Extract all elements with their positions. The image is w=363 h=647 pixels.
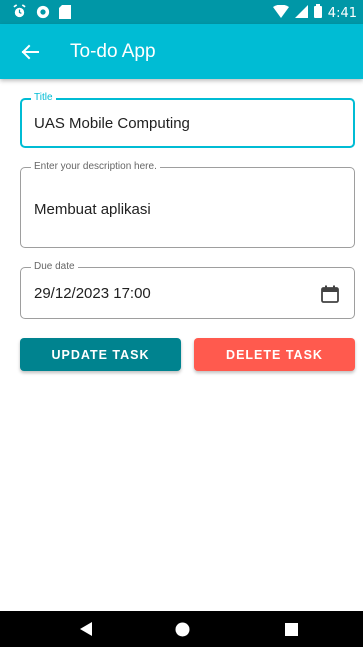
description-field-value: Membuat aplikasi [34, 201, 151, 218]
signal-icon [294, 4, 308, 23]
due-date-field-label: Due date [31, 260, 78, 274]
delete-task-button[interactable]: DELETE TASK [194, 338, 355, 371]
calendar-icon[interactable] [320, 284, 340, 304]
arrow-left-icon[interactable] [18, 40, 42, 64]
back-triangle-icon[interactable] [64, 611, 108, 647]
navigation-bar [0, 611, 363, 647]
recents-square-icon[interactable] [269, 611, 313, 647]
status-bar-left [12, 4, 71, 24]
app-title: To-do App [70, 41, 156, 62]
update-task-button[interactable]: UPDATE TASK [20, 338, 181, 371]
due-date-field[interactable]: Due date 29/12/2023 17:00 [20, 260, 355, 319]
sd-card-icon [59, 4, 71, 24]
description-field-label: Enter your description here. [31, 160, 160, 174]
sync-icon [36, 5, 50, 24]
title-field-label: Title [31, 91, 56, 105]
screen: 4:41 To-do App Title UAS Mobile Computin… [0, 0, 363, 647]
battery-icon [313, 4, 322, 23]
title-field[interactable]: Title UAS Mobile Computing [20, 91, 355, 148]
status-time: 4:41 [327, 5, 357, 21]
status-bar-right: 4:41 [272, 4, 357, 23]
due-date-field-value: 29/12/2023 17:00 [34, 285, 151, 302]
description-field[interactable]: Enter your description here. Membuat apl… [20, 160, 355, 248]
status-bar: 4:41 [0, 0, 363, 24]
home-circle-icon[interactable] [160, 611, 204, 647]
alarm-icon [12, 4, 27, 24]
wifi-icon [272, 4, 289, 23]
title-field-value: UAS Mobile Computing [34, 115, 190, 132]
app-bar: To-do App [0, 24, 363, 79]
